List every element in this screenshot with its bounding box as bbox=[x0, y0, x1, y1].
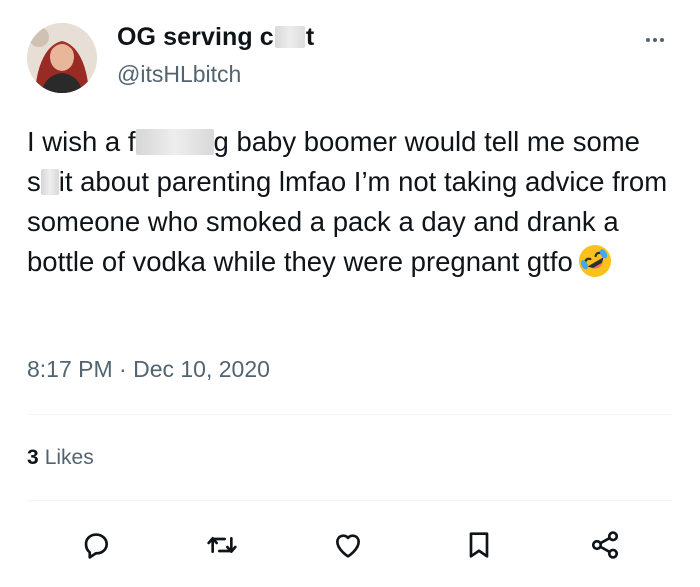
tweet-text-segment: s bbox=[27, 166, 41, 197]
like-button[interactable] bbox=[330, 527, 366, 563]
tweet-text-segment: it about parenting lmfao I’m not taking … bbox=[27, 166, 668, 277]
likes-count[interactable]: 3 Likes bbox=[27, 446, 94, 470]
display-name[interactable]: OG serving c t bbox=[117, 23, 314, 52]
user-handle[interactable]: @itsHLbitch bbox=[117, 61, 241, 88]
rolling-on-floor-laughing-emoji bbox=[577, 243, 613, 290]
bookmark-button[interactable] bbox=[461, 527, 497, 563]
divider bbox=[27, 500, 672, 501]
likes-label: Likes bbox=[44, 446, 94, 469]
more-dot-icon bbox=[660, 38, 664, 42]
redaction-blur bbox=[40, 169, 59, 195]
divider bbox=[27, 414, 672, 415]
more-dot-icon bbox=[653, 38, 657, 42]
tweet-text-segment: I wish a f bbox=[27, 126, 136, 157]
more-dot-icon bbox=[646, 38, 650, 42]
reply-button[interactable] bbox=[78, 527, 114, 563]
timestamp[interactable]: 8:17 PM · Dec 10, 2020 bbox=[27, 356, 270, 383]
reply-icon bbox=[84, 533, 108, 559]
likes-number: 3 bbox=[27, 446, 39, 469]
redaction-blur bbox=[135, 129, 214, 155]
retweet-icon bbox=[207, 537, 237, 553]
tweet-text: I wish a f g baby boomer would tell me so… bbox=[27, 122, 677, 290]
tweet-text-segment: g baby boomer would tell me some bbox=[213, 126, 640, 157]
share-button[interactable] bbox=[587, 527, 623, 563]
display-name-end: t bbox=[305, 23, 315, 51]
more-options-button[interactable] bbox=[640, 28, 670, 52]
display-name-start: OG serving c bbox=[117, 23, 274, 51]
avatar[interactable] bbox=[27, 23, 97, 93]
like-icon bbox=[336, 534, 360, 558]
retweet-button[interactable] bbox=[204, 527, 240, 563]
bookmark-icon bbox=[469, 532, 489, 558]
tweet-card: OG serving c t @itsHLbitch I wish a f g ba… bbox=[0, 0, 700, 587]
redaction-blur bbox=[274, 26, 305, 48]
share-icon bbox=[591, 531, 619, 559]
